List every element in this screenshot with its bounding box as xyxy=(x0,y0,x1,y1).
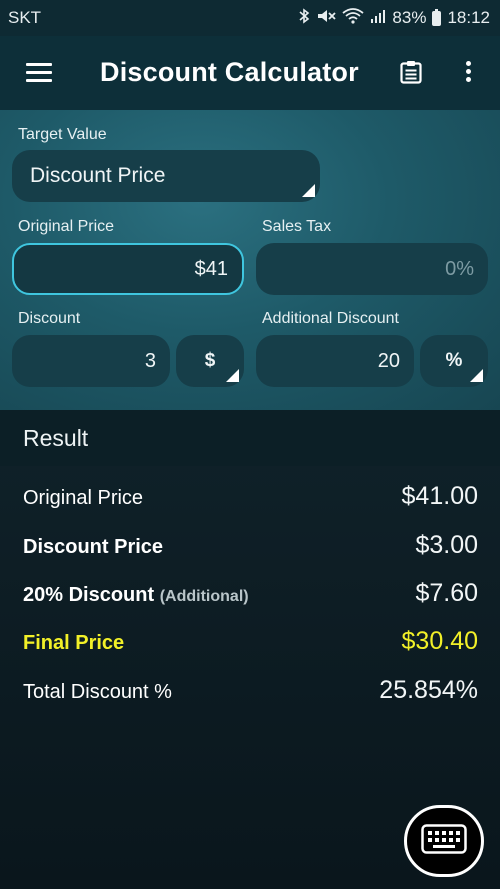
input-panel: Target Value Discount Price Original Pri… xyxy=(0,110,500,410)
result-label: Discount Price xyxy=(23,536,164,558)
result-row-total-discount: Total Discount % 25.854% xyxy=(23,676,478,705)
status-icons: 83% 18:12 xyxy=(298,8,490,28)
keyboard-toggle-button[interactable] xyxy=(404,805,484,877)
app-title: Discount Calculator xyxy=(100,57,359,87)
keyboard-icon xyxy=(421,823,467,859)
result-value: 25.854% xyxy=(379,676,478,704)
sales-tax-input[interactable]: 0% xyxy=(256,243,488,295)
discount-label: Discount xyxy=(18,310,81,327)
clipboard-icon[interactable] xyxy=(399,60,423,84)
additional-discount-value: 20 xyxy=(377,349,400,372)
mute-icon xyxy=(316,8,337,28)
result-value: $3.00 xyxy=(415,531,478,559)
discount-value: 3 xyxy=(144,349,156,372)
discount-unit-text: $ xyxy=(204,350,216,371)
result-row-additional-discount: 20% Discount (Additional) $7.60 xyxy=(23,579,478,608)
wifi-icon xyxy=(342,8,364,28)
target-value-select[interactable]: Discount Price xyxy=(12,150,320,202)
dropdown-corner-icon xyxy=(226,369,239,382)
status-bar: SKT 83% 18:12 xyxy=(0,0,500,36)
carrier-label: SKT xyxy=(8,8,42,27)
discount-input[interactable]: 3 xyxy=(12,335,170,387)
result-sublabel: (Additional) xyxy=(159,588,249,605)
menu-icon[interactable] xyxy=(26,63,52,83)
result-label-group: 20% Discount (Additional) xyxy=(23,584,249,607)
discount-unit-select[interactable]: $ xyxy=(176,335,244,387)
original-price-label: Original Price xyxy=(18,218,115,235)
more-vert-icon[interactable] xyxy=(461,61,475,85)
clock: 18:12 xyxy=(447,8,490,27)
result-row-original-price: Original Price $41.00 xyxy=(23,482,478,511)
result-label: 20% Discount xyxy=(23,584,155,606)
original-price-input[interactable]: $41 xyxy=(12,243,244,295)
sales-tax-label: Sales Tax xyxy=(262,218,332,235)
bluetooth-icon xyxy=(298,8,310,28)
result-header: Result xyxy=(0,410,500,466)
signal-icon xyxy=(370,8,386,28)
result-row-discount-price: Discount Price $3.00 xyxy=(23,531,478,560)
app-bar: Discount Calculator xyxy=(0,36,500,110)
result-title: Result xyxy=(23,424,89,451)
battery-percent: 83% xyxy=(392,8,427,27)
result-label: Original Price xyxy=(23,487,144,509)
dropdown-corner-icon xyxy=(470,369,483,382)
target-value-label: Target Value xyxy=(18,126,107,143)
additional-discount-label: Additional Discount xyxy=(262,310,399,327)
additional-discount-unit-select[interactable]: % xyxy=(420,335,488,387)
original-price-value: $41 xyxy=(194,257,228,280)
dropdown-corner-icon xyxy=(302,184,315,197)
result-value: $41.00 xyxy=(401,482,478,510)
result-value: $30.40 xyxy=(401,627,478,655)
battery-icon xyxy=(432,8,442,26)
target-value-text: Discount Price xyxy=(30,164,166,187)
result-row-final-price: Final Price $30.40 xyxy=(23,627,478,656)
additional-discount-unit-text: % xyxy=(445,350,463,371)
result-label: Total Discount % xyxy=(23,681,172,703)
result-value: $7.60 xyxy=(415,579,478,607)
additional-discount-input[interactable]: 20 xyxy=(256,335,414,387)
result-label: Final Price xyxy=(23,632,125,654)
sales-tax-placeholder: 0% xyxy=(445,257,474,280)
